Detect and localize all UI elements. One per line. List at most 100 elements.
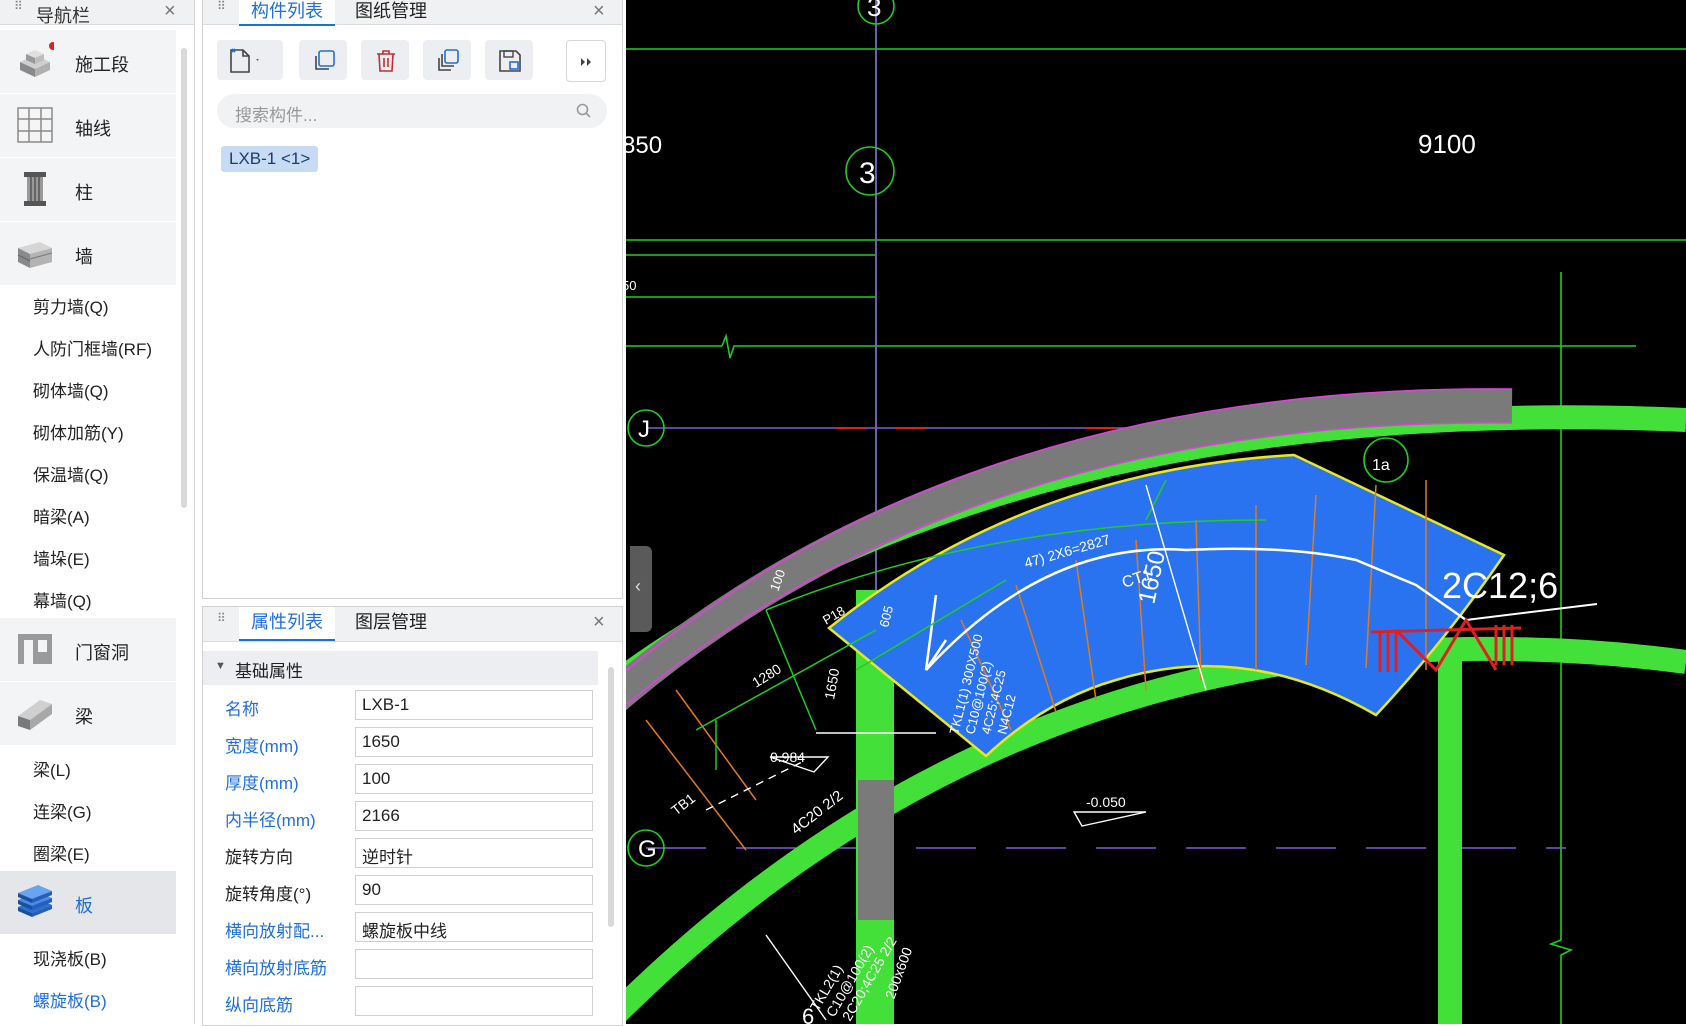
tab-layer-management[interactable]: 图层管理 xyxy=(343,607,439,639)
property-row-rotation-direction: 旋转方向 逆时针 xyxy=(203,835,598,872)
drag-handle-icon[interactable]: ⠿ xyxy=(217,612,227,633)
property-panel-header: ⠿ 属性列表 图层管理 × xyxy=(203,607,622,642)
nav-item-beam[interactable]: 梁(L) xyxy=(33,756,71,781)
nav-category-column[interactable]: 柱 xyxy=(0,158,176,221)
property-group-basic[interactable]: ▼ 基础属性 xyxy=(203,651,598,685)
tag-tb1: TB1 xyxy=(668,790,698,819)
rebar-leader-line xyxy=(1465,603,1598,621)
column-segment xyxy=(858,780,894,920)
nav-category-beam[interactable]: 梁 xyxy=(0,682,176,745)
property-value-field[interactable] xyxy=(355,986,593,1016)
more-tools-button[interactable] xyxy=(566,40,606,82)
close-icon[interactable]: × xyxy=(593,0,605,23)
elevation-0984: 0.984 xyxy=(770,749,805,765)
property-value-field[interactable]: 2166 xyxy=(355,801,593,831)
component-list-panel: ⠿ 构件列表 图纸管理 × 搜索构件... LXB-1 <1> xyxy=(202,0,623,599)
nav-category-slab[interactable]: 板 xyxy=(0,871,176,934)
property-row-inner-radius: 内半径(mm) 2166 xyxy=(203,798,598,835)
nav-item-spiral-slab[interactable]: 螺旋板(B) xyxy=(33,987,107,1012)
property-row-radial-bottom-rebar: 横向放射底筋 xyxy=(203,946,598,983)
nav-item-shear-wall[interactable]: 剪力墙(Q) xyxy=(33,293,109,318)
drag-handle-icon[interactable]: ⠿ xyxy=(14,0,24,21)
cad-drawing-canvas[interactable]: 3 3 J G 850 9100 50 2C12;6 1650 CT1 47) … xyxy=(626,0,1686,1024)
save-component-button[interactable] xyxy=(485,40,533,80)
copy-component-button[interactable] xyxy=(299,40,347,80)
search-input-placeholder[interactable]: 搜索构件... xyxy=(235,101,317,126)
property-key: 纵向底筋 xyxy=(225,996,293,1015)
close-icon[interactable]: × xyxy=(164,0,176,23)
navigation-panel-header: ⠿ 导航栏 × xyxy=(0,0,194,26)
collapse-triangle-icon[interactable]: ▼ xyxy=(215,660,226,672)
nav-category-label: 门窗洞 xyxy=(75,643,129,663)
nav-category-wall[interactable]: 墙 xyxy=(0,222,176,285)
nav-item-insulation-wall[interactable]: 保温墙(Q) xyxy=(33,461,109,486)
navigation-panel-title: 导航栏 xyxy=(36,6,90,26)
nav-item-cast-slab[interactable]: 现浇板(B) xyxy=(33,945,107,970)
nav-category-label: 轴线 xyxy=(75,119,111,139)
drag-handle-icon[interactable]: ⠿ xyxy=(217,0,227,21)
axis-label-G: G xyxy=(638,836,657,863)
nav-item-masonry-wall[interactable]: 砌体墙(Q) xyxy=(33,377,109,402)
nav-item-curtain-wall[interactable]: 幕墙(Q) xyxy=(33,587,92,612)
nav-category-construction-section[interactable]: 施工段 xyxy=(0,30,176,93)
double-chevron-right-icon xyxy=(581,58,591,66)
wall-icon xyxy=(17,242,53,268)
tab-property-list[interactable]: 属性列表 xyxy=(239,607,335,641)
vertical-beam-right xyxy=(1438,640,1462,1024)
property-row-name: 名称 LXB-1 xyxy=(203,687,598,724)
nav-category-axis[interactable]: 轴线 xyxy=(0,94,176,157)
layer-copy-icon xyxy=(438,49,459,71)
axis-label-J: J xyxy=(638,416,650,443)
component-search-box[interactable]: 搜索构件... xyxy=(217,94,607,128)
axis-grid-icon xyxy=(17,107,53,143)
nav-item-masonry-reinforcement[interactable]: 砌体加筋(Y) xyxy=(33,419,124,444)
property-scrollbar[interactable] xyxy=(608,667,614,927)
nav-category-label: 柱 xyxy=(75,183,93,203)
new-component-button[interactable] xyxy=(217,40,283,80)
property-value-field[interactable]: LXB-1 xyxy=(355,690,593,720)
property-key: 宽度(mm) xyxy=(225,737,299,756)
property-list-panel: ⠿ 属性列表 图层管理 × ▼ 基础属性 名称 LXB-1 宽度(mm) 165… xyxy=(202,606,623,1026)
delete-component-button[interactable] xyxy=(361,40,409,80)
property-value-field[interactable]: 1650 xyxy=(355,727,593,757)
nav-category-label: 梁 xyxy=(75,707,93,727)
nav-item-ring-beam[interactable]: 圈梁(E) xyxy=(33,840,90,865)
nav-item-hidden-beam[interactable]: 暗梁(A) xyxy=(33,503,90,528)
property-key: 旋转方向 xyxy=(225,848,293,867)
nav-item-wall-pier[interactable]: 墙垛(E) xyxy=(33,545,90,570)
tab-component-list[interactable]: 构件列表 xyxy=(239,0,335,26)
nav-item-coupling-beam[interactable]: 连梁(G) xyxy=(33,798,92,823)
search-icon[interactable] xyxy=(575,102,593,120)
component-panel-header: ⠿ 构件列表 图纸管理 × xyxy=(203,0,622,26)
nav-category-label: 施工段 xyxy=(75,55,129,75)
property-value-field[interactable]: 100 xyxy=(355,764,593,794)
copy-to-floor-button[interactable] xyxy=(423,40,471,80)
property-value-field[interactable]: 逆时针 xyxy=(355,838,593,868)
property-key: 厚度(mm) xyxy=(225,774,299,793)
tab-drawing-management[interactable]: 图纸管理 xyxy=(343,0,439,24)
cad-drawing[interactable]: 3 3 J G 850 9100 50 2C12;6 1650 CT1 47) … xyxy=(626,0,1686,1024)
dimension-1650-small: 1650 xyxy=(821,667,842,701)
component-item-lxb-1[interactable]: LXB-1 <1> xyxy=(221,146,319,172)
property-row-radial-distribution: 横向放射配... 螺旋板中线 xyxy=(203,909,598,946)
axis-label-3: 3 xyxy=(859,157,876,190)
axis-label-3-top: 3 xyxy=(867,0,881,22)
property-row-width: 宽度(mm) 1650 xyxy=(203,724,598,761)
chevron-left-icon[interactable]: ‹ xyxy=(635,576,641,597)
navigation-scrollbar[interactable] xyxy=(181,48,187,508)
panel-collapse-handle[interactable]: ‹ xyxy=(630,546,652,632)
navigation-panel: ⠿ 导航栏 × 施工段 轴线 柱 墙 剪力墙(Q) 人防门框墙(RF) 砌体墙(… xyxy=(0,0,195,1024)
property-key: 横向放射底筋 xyxy=(225,959,327,978)
nav-category-door-window[interactable]: 门窗洞 xyxy=(0,618,176,681)
column-icon xyxy=(24,172,46,206)
construction-section-icon xyxy=(20,42,54,77)
property-key: 内半径(mm) xyxy=(225,811,316,830)
close-icon[interactable]: × xyxy=(593,611,605,634)
property-group-title: 基础属性 xyxy=(235,662,303,681)
property-key: 横向放射配... xyxy=(225,922,325,941)
nav-item-civil-defense-door-wall[interactable]: 人防门框墙(RF) xyxy=(33,335,152,360)
property-value-field[interactable] xyxy=(355,949,593,979)
property-value-field[interactable]: 90 xyxy=(355,875,593,905)
property-value-field[interactable]: 螺旋板中线 xyxy=(355,912,593,942)
property-key: 旋转角度(°) xyxy=(225,885,312,904)
